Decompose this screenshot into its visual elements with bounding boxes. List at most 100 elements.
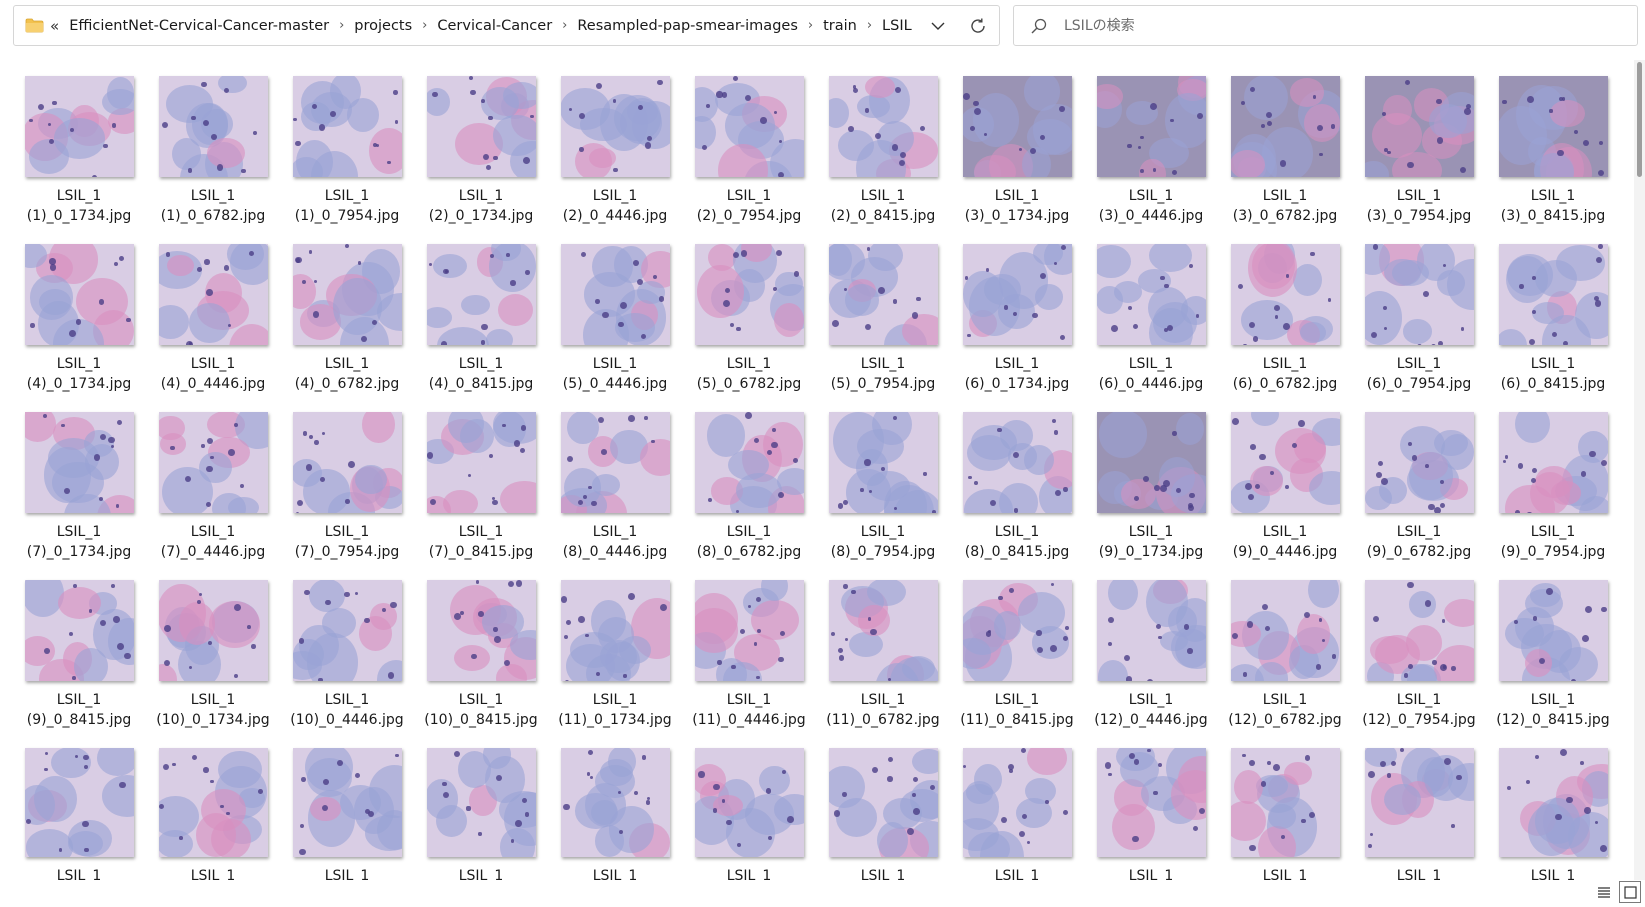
file-name-line1: LSIL_1 [1396,356,1442,372]
file-item[interactable]: LSIL_1 (4)_0_8415.jpg [414,226,548,394]
file-item[interactable]: LSIL_1 (10)_0_8415.jpg [414,562,548,730]
file-name-label: LSIL_1 (12)_0_7954.jpg [1362,690,1475,730]
file-name-label: LSIL_1 (7)_0_4446.jpg [161,522,265,562]
breadcrumb-separator-icon[interactable]: › [339,18,344,33]
file-item[interactable]: LSIL_1 (6)_0_6782.jpg [1218,226,1352,394]
large-icons-view-button[interactable] [1619,881,1641,903]
breadcrumb-item[interactable]: LSIL [880,18,914,34]
file-item[interactable]: LSIL_1 (2)_0_4446.jpg [548,58,682,226]
breadcrumb-item[interactable]: projects [352,18,414,34]
file-list-view[interactable]: LSIL_1 (1)_0_1734.jpg LSIL_1 (1)_0_6782.jpg… [0,58,1632,880]
pap-smear-thumbnail-icon [158,412,268,513]
file-item[interactable]: LSIL_1 (11)_0_1734.jpg [548,562,682,730]
file-item[interactable]: LSIL_1 (5)_0_6782.jpg [682,226,816,394]
file-item[interactable]: LSIL_1 (1)_0_7954.jpg [280,58,414,226]
overflow-chevron-icon[interactable]: « [50,17,59,35]
file-item[interactable]: LSIL_1 (11)_0_4446.jpg [682,562,816,730]
file-name-line1: LSIL_1 [190,692,236,708]
file-item[interactable]: LSIL_1 (4)_0_1734.jpg [12,226,146,394]
file-item[interactable]: LSIL_1 (7)_0_7954.jpg [280,394,414,562]
file-item[interactable]: LSIL_1 [1486,730,1620,880]
file-item[interactable]: LSIL_1 (9)_0_7954.jpg [1486,394,1620,562]
breadcrumb-separator-icon[interactable]: › [562,18,567,33]
pap-smear-thumbnail-icon [24,748,134,857]
refresh-button[interactable] [963,11,993,41]
file-item[interactable]: LSIL_1 (3)_0_6782.jpg [1218,58,1352,226]
pap-smear-thumbnail-icon [426,580,536,681]
file-item[interactable]: LSIL_1 (1)_0_1734.jpg [12,58,146,226]
file-item[interactable]: LSIL_1 [1084,730,1218,880]
file-item[interactable]: LSIL_1 (2)_0_8415.jpg [816,58,950,226]
vertical-scrollbar[interactable] [1634,60,1645,880]
file-item[interactable]: LSIL_1 (1)_0_6782.jpg [146,58,280,226]
file-item[interactable]: LSIL_1 (4)_0_6782.jpg [280,226,414,394]
file-item[interactable]: LSIL_1 [816,730,950,880]
file-item[interactable]: LSIL_1 (2)_0_7954.jpg [682,58,816,226]
file-item[interactable]: LSIL_1 [1352,730,1486,880]
breadcrumb-separator-icon[interactable]: › [808,18,813,33]
file-item[interactable]: LSIL_1 (12)_0_7954.jpg [1352,562,1486,730]
breadcrumb-item[interactable]: train [821,18,859,34]
file-item[interactable]: LSIL_1 (11)_0_6782.jpg [816,562,950,730]
file-item[interactable]: LSIL_1 (2)_0_1734.jpg [414,58,548,226]
pap-smear-thumbnail-icon [1096,244,1206,345]
pap-smear-thumbnail-icon [1230,244,1340,345]
file-item[interactable]: LSIL_1 (6)_0_4446.jpg [1084,226,1218,394]
file-name-line1: LSIL_1 [1262,524,1308,540]
file-item[interactable]: LSIL_1 (12)_0_8415.jpg [1486,562,1620,730]
file-item[interactable]: LSIL_1 (7)_0_4446.jpg [146,394,280,562]
file-item[interactable]: LSIL_1 (7)_0_8415.jpg [414,394,548,562]
file-item[interactable]: LSIL_1 (10)_0_4446.jpg [280,562,414,730]
file-item[interactable]: LSIL_1 (3)_0_8415.jpg [1486,58,1620,226]
breadcrumb-separator-icon[interactable]: › [867,18,872,33]
pap-smear-thumbnail-icon [1498,76,1608,177]
file-item[interactable]: LSIL_1 (9)_0_8415.jpg [12,562,146,730]
file-name-label: LSIL_1 (5)_0_6782.jpg [697,354,801,394]
file-item[interactable]: LSIL_1 (3)_0_4446.jpg [1084,58,1218,226]
file-name-line1: LSIL_1 [726,868,772,880]
file-item[interactable]: LSIL_1 (11)_0_8415.jpg [950,562,1084,730]
file-item[interactable]: LSIL_1 (8)_0_4446.jpg [548,394,682,562]
file-name-label: LSIL_1 (10)_0_4446.jpg [290,690,403,730]
file-item[interactable]: LSIL_1 [682,730,816,880]
file-item[interactable]: LSIL_1 (9)_0_4446.jpg [1218,394,1352,562]
details-view-button[interactable] [1593,881,1615,903]
pap-smear-thumbnail-icon [694,748,804,857]
file-item[interactable]: LSIL_1 (6)_0_7954.jpg [1352,226,1486,394]
file-item[interactable]: LSIL_1 (12)_0_4446.jpg [1084,562,1218,730]
address-history-dropdown-button[interactable] [923,11,953,41]
scrollbar-thumb[interactable] [1637,62,1642,177]
file-item[interactable]: LSIL_1 (5)_0_7954.jpg [816,226,950,394]
pap-smear-thumbnail-icon [560,412,670,513]
file-item[interactable]: LSIL_1 (6)_0_8415.jpg [1486,226,1620,394]
file-item[interactable]: LSIL_1 [950,730,1084,880]
breadcrumb-separator-icon[interactable]: › [422,18,427,33]
search-box[interactable] [1013,5,1638,46]
file-item[interactable]: LSIL_1 [414,730,548,880]
file-item[interactable]: LSIL_1 [280,730,414,880]
search-input[interactable] [1062,16,1626,35]
address-bar[interactable]: « EfficientNet-Cervical-Cancer-master › pr… [13,5,1000,46]
file-item[interactable]: LSIL_1 (8)_0_6782.jpg [682,394,816,562]
file-name-line2: (1)_0_6782.jpg [160,208,266,224]
file-item[interactable]: LSIL_1 (8)_0_8415.jpg [950,394,1084,562]
breadcrumb-item[interactable]: EfficientNet-Cervical-Cancer-master [67,18,331,34]
breadcrumb-item[interactable]: Cervical-Cancer [435,18,554,34]
file-item[interactable]: LSIL_1 (3)_0_1734.jpg [950,58,1084,226]
file-item[interactable]: LSIL_1 (6)_0_1734.jpg [950,226,1084,394]
file-item[interactable]: LSIL_1 (9)_0_6782.jpg [1352,394,1486,562]
file-item[interactable]: LSIL_1 (9)_0_1734.jpg [1084,394,1218,562]
file-item[interactable]: LSIL_1 (3)_0_7954.jpg [1352,58,1486,226]
file-item[interactable]: LSIL_1 (12)_0_6782.jpg [1218,562,1352,730]
file-item[interactable]: LSIL_1 (8)_0_7954.jpg [816,394,950,562]
file-item[interactable]: LSIL_1 [146,730,280,880]
breadcrumb-item[interactable]: Resampled-pap-smear-images [575,18,800,34]
file-item[interactable]: LSIL_1 (10)_0_1734.jpg [146,562,280,730]
file-item[interactable]: LSIL_1 [12,730,146,880]
file-item[interactable]: LSIL_1 (4)_0_4446.jpg [146,226,280,394]
file-item[interactable]: LSIL_1 [548,730,682,880]
file-item[interactable]: LSIL_1 [1218,730,1352,880]
file-name-label: LSIL_1 [191,866,236,880]
file-item[interactable]: LSIL_1 (5)_0_4446.jpg [548,226,682,394]
file-item[interactable]: LSIL_1 (7)_0_1734.jpg [12,394,146,562]
